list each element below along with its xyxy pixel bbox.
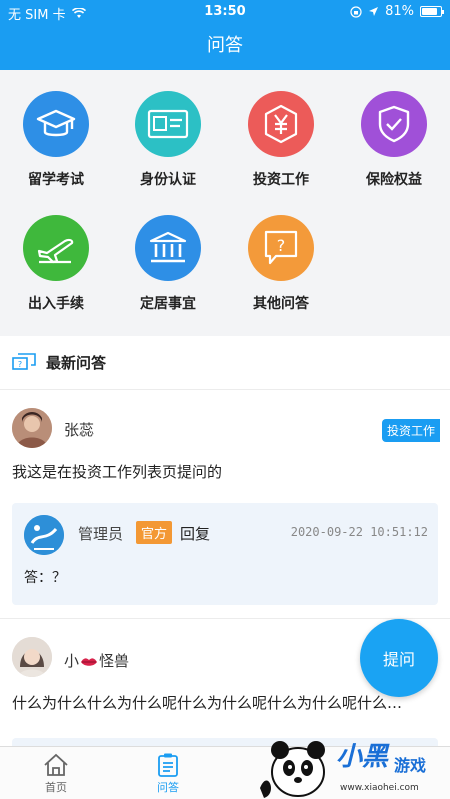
svg-text:?: ?: [18, 360, 22, 369]
reply-label: 回复: [180, 525, 211, 543]
category-investment[interactable]: 投资工作: [225, 91, 337, 189]
category-identity[interactable]: 身份认证: [112, 91, 224, 189]
category-entry-exit[interactable]: 出入手续: [0, 215, 112, 313]
location-icon: [369, 7, 379, 16]
avatar[interactable]: [12, 408, 52, 448]
category-other[interactable]: ? 其他问答: [225, 215, 337, 313]
avatar[interactable]: [12, 637, 52, 677]
watermark-url: www.xiaohei.com: [340, 783, 419, 793]
category-insurance[interactable]: 保险权益: [338, 91, 450, 189]
category-label: 出入手续: [28, 296, 84, 312]
tab-label: 首页: [45, 781, 67, 794]
qa-section-icon: ?: [12, 353, 36, 370]
category-grid: 留学考试 身份认证 投资工作 保险权益 出入手续 定居事宜 ? 其他问答: [0, 70, 450, 336]
lips-icon: [81, 657, 98, 666]
list-item[interactable]: 张蕊 投资工作 我这是在投资工作列表页提问的 管理员 官方 回复 2020-09…: [0, 391, 450, 619]
category-label: 留学考试: [28, 172, 84, 188]
reply-timestamp: 2020-09-22 10:51:12: [290, 525, 428, 539]
category-label: 身份认证: [140, 172, 196, 188]
category-label: 其他问答: [253, 296, 309, 312]
id-card-icon: [135, 91, 201, 157]
category-label: 定居事宜: [140, 296, 196, 312]
answer-text: 答：？: [24, 570, 66, 586]
yen-icon: [248, 91, 314, 157]
shield-check-icon: [361, 91, 427, 157]
battery-percent: 81%: [385, 4, 414, 19]
category-settlement[interactable]: 定居事宜: [112, 215, 224, 313]
ask-question-button[interactable]: 提问: [360, 619, 438, 697]
question-text: 什么为什么什么为什么呢什么为什么呢什么为什么呢什么…: [12, 694, 403, 712]
airplane-icon: [23, 215, 89, 281]
question-bubble-icon: ?: [248, 215, 314, 281]
battery-icon: [420, 6, 444, 17]
clipboard-icon: [158, 753, 178, 777]
graduation-cap-icon: [23, 91, 89, 157]
category-label: 投资工作: [253, 172, 309, 188]
admin-avatar: [24, 515, 64, 555]
orientation-lock-icon: [350, 5, 362, 18]
watermark-brand-suffix: 游戏: [394, 756, 427, 775]
tab-home[interactable]: 首页: [6, 751, 106, 795]
page-title: 问答: [0, 24, 450, 70]
question-text: 我这是在投资工作列表页提问的: [12, 463, 223, 481]
username: 小怪兽: [64, 652, 130, 670]
watermark-brand: 小黑: [336, 742, 389, 772]
category-label: 保险权益: [366, 172, 422, 188]
category-tag[interactable]: 投资工作: [381, 419, 440, 442]
divider: [0, 607, 450, 619]
section-title: 最新问答: [46, 354, 107, 372]
latest-qa-header: ? 最新问答: [0, 336, 450, 390]
category-study-exam[interactable]: 留学考试: [0, 91, 112, 189]
bank-icon: [135, 215, 201, 281]
username: 张蕊: [64, 421, 95, 439]
official-badge: 官方: [136, 521, 173, 544]
home-icon: [44, 753, 68, 776]
admin-name: 管理员: [78, 525, 124, 543]
tab-qa[interactable]: 问答: [118, 751, 218, 795]
tab-label: 问答: [157, 781, 179, 794]
svg-text:?: ?: [277, 236, 286, 255]
reply-card: 管理员 官方 回复 2020-09-22 10:51:12 答：？: [12, 503, 438, 605]
status-bar: 无 SIM 卡 13:50 81%: [0, 0, 450, 24]
